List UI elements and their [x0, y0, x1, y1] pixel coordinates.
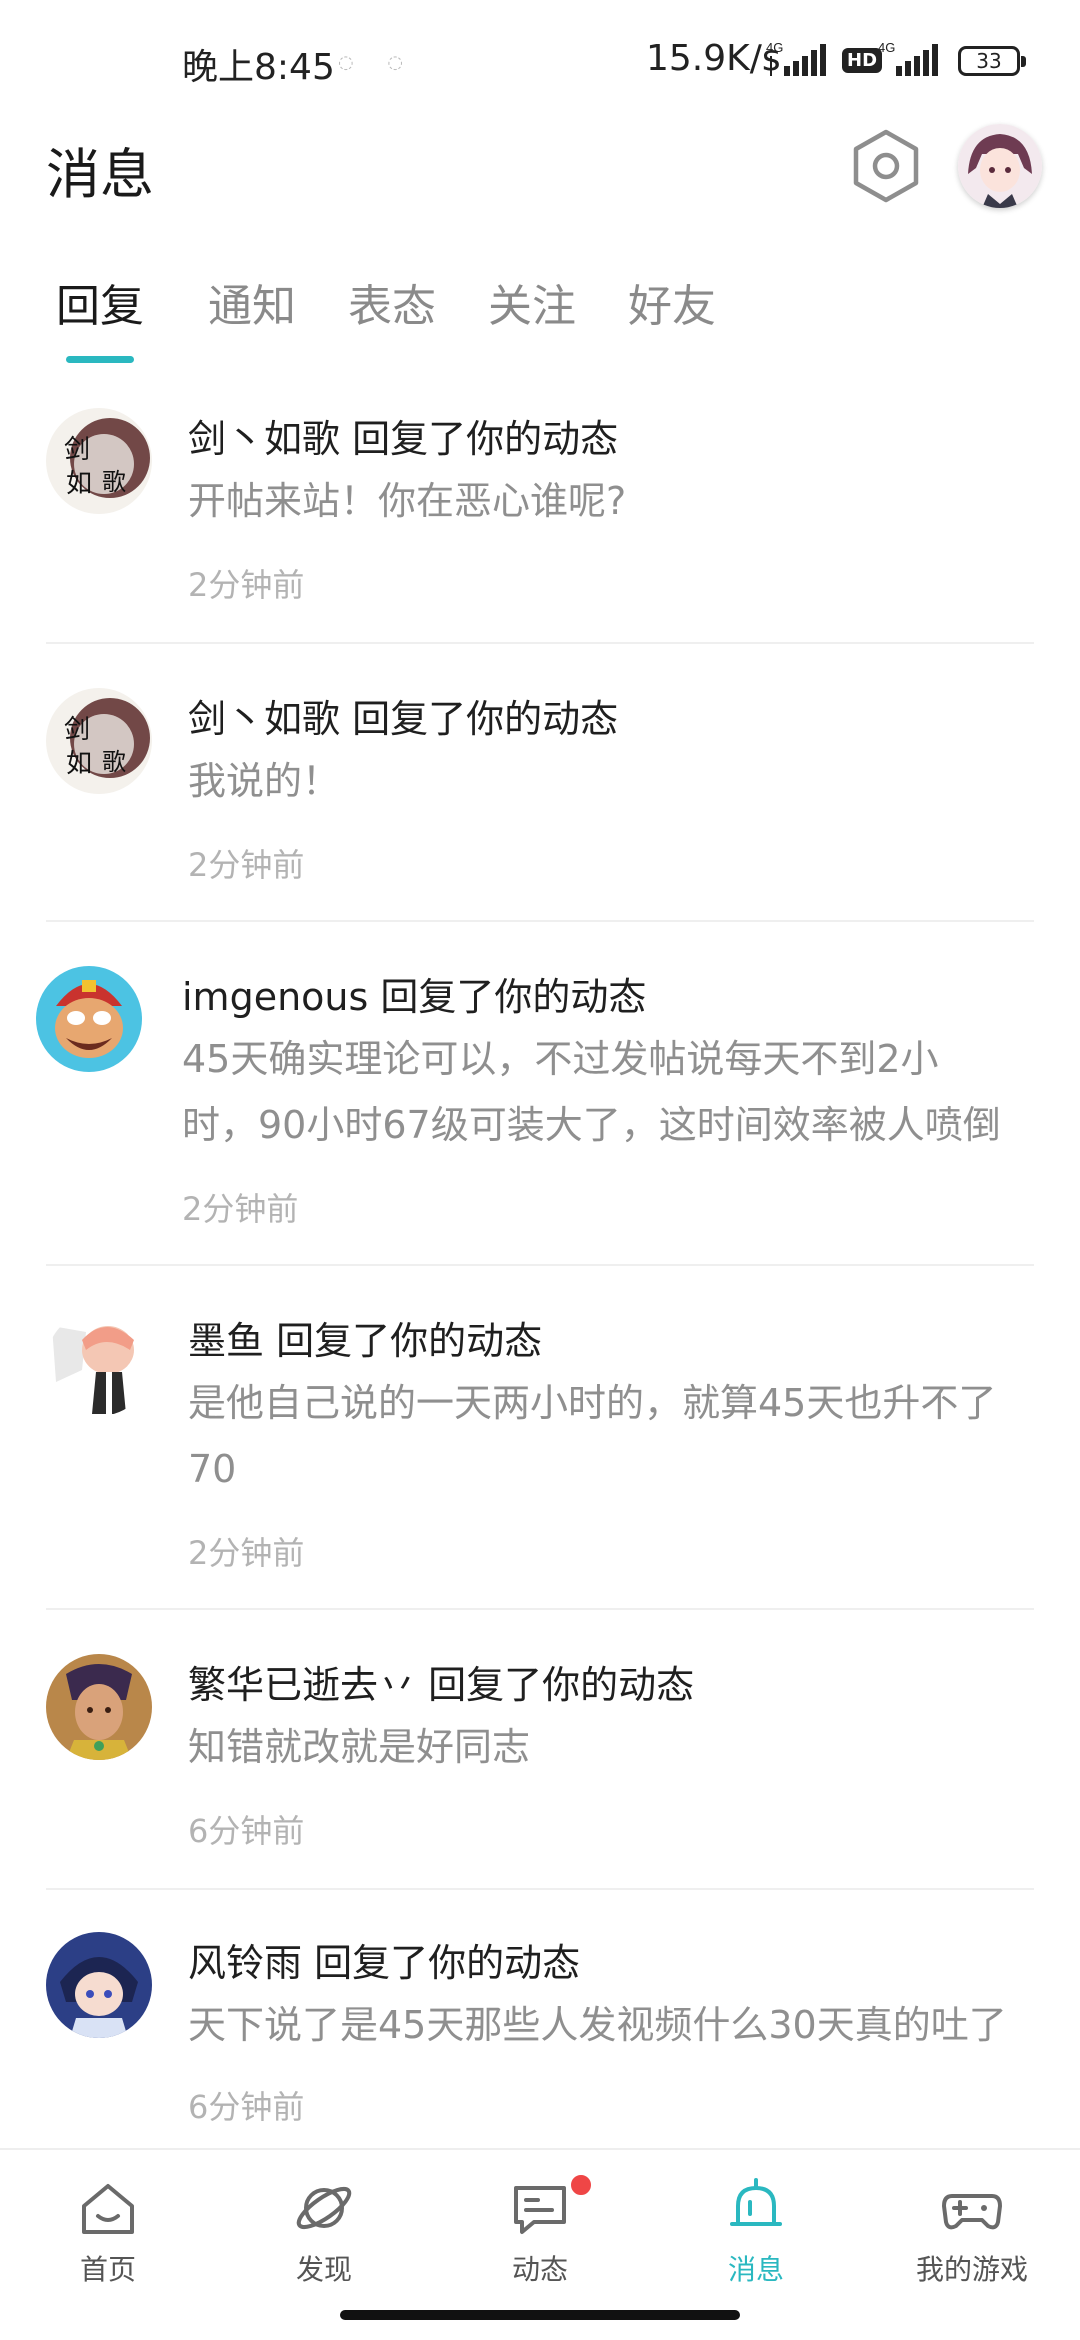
nav-home-label: 首页 [79, 2253, 136, 2286]
tab-follow[interactable]: 关注 [488, 270, 576, 334]
hd-badge: HD [842, 48, 883, 73]
tab-reaction[interactable]: 表态 [348, 270, 436, 334]
avatar[interactable]: 剑 如 歌 [46, 688, 152, 794]
home-indicator[interactable] [340, 2310, 740, 2320]
list-item[interactable]: 繁华已逝去丷 回复了你的动态 知错就改就是好同志 6分钟前 [0, 1654, 1080, 1890]
status-time: 晚上8:45 [182, 47, 335, 88]
list-item[interactable]: imgenous 回复了你的动态 45天确实理论可以，不过发帖说每天不到2小时，… [0, 966, 1080, 1266]
tab-notify[interactable]: 通知 [208, 270, 296, 334]
list-item[interactable]: 风铃雨 回复了你的动态 天下说了是45天那些人发视频什么30天真的吐了 6分钟前 [0, 1932, 1080, 2132]
message-time: 2分钟前 [188, 1534, 305, 1572]
svg-text:歌: 歌 [102, 468, 126, 496]
svg-text:如: 如 [66, 469, 92, 499]
divider [46, 920, 1034, 922]
nav-feed[interactable]: 动态 [432, 2150, 648, 2300]
message-title: 剑丶如歌 回复了你的动态 [188, 697, 619, 741]
svg-text:如: 如 [66, 749, 92, 779]
bottom-nav: 首页 发现 动态 消息 我的游戏 [0, 2148, 1080, 2300]
signal-icon-2: 4G [878, 40, 938, 76]
settings-icon[interactable] [850, 128, 922, 204]
nav-discover[interactable]: 发现 [216, 2150, 432, 2300]
gamepad-icon [942, 2194, 1002, 2230]
avatar[interactable] [46, 1654, 152, 1760]
battery-icon: 33 [958, 46, 1026, 76]
signal-icon: 4G [766, 40, 826, 76]
planet-icon [296, 2186, 352, 2230]
divider [46, 1888, 1034, 1890]
svg-text:4G: 4G [766, 40, 783, 55]
nav-my-games[interactable]: 我的游戏 [864, 2150, 1080, 2300]
list-item[interactable]: 剑 如 歌 剑丶如歌 回复了你的动态 我说的！ 2分钟前 [0, 688, 1080, 924]
svg-text:4G: 4G [878, 40, 895, 55]
svg-text:剑: 剑 [64, 435, 90, 465]
avatar[interactable] [46, 1310, 152, 1416]
nav-home[interactable]: 首页 [0, 2150, 216, 2300]
home-icon [82, 2184, 134, 2234]
tab-reply[interactable]: 回复 [56, 270, 144, 334]
nav-my-games-label: 我的游戏 [915, 2253, 1028, 2286]
message-time: 6分钟前 [188, 2088, 305, 2126]
user-avatar[interactable] [958, 124, 1042, 208]
list-item[interactable]: 墨鱼 回复了你的动态 是他自己说的一天两小时的，就算45天也升不了70 2分钟前 [0, 1310, 1080, 1610]
notification-badge [568, 2172, 594, 2198]
message-time: 6分钟前 [188, 1812, 305, 1850]
bell-icon [730, 2178, 782, 2226]
message-body: 45天确实理论可以，不过发帖说每天不到2小时，90小时67级可装大了，这时间效率… [182, 1037, 1001, 1147]
message-body: 是他自己说的一天两小时的，就算45天也升不了70 [188, 1381, 997, 1491]
message-title: imgenous 回复了你的动态 [182, 975, 647, 1019]
chat-icon [514, 2186, 566, 2234]
active-tab-indicator [66, 356, 134, 363]
divider [46, 642, 1034, 644]
message-body: 我说的！ [188, 759, 341, 803]
message-title: 剑丶如歌 回复了你的动态 [188, 417, 619, 461]
nav-discover-label: 发现 [295, 2253, 352, 2286]
message-body: 天下说了是45天那些人发视频什么30天真的吐了 [188, 2003, 1007, 2047]
message-body: 开帖来站！你在恶心谁呢? [188, 479, 627, 523]
avatar[interactable]: 剑 如 歌 [46, 408, 152, 514]
message-title: 墨鱼 回复了你的动态 [188, 1319, 543, 1363]
nav-messages-label: 消息 [727, 2253, 784, 2286]
message-title: 风铃雨 回复了你的动态 [188, 1941, 581, 1985]
avatar[interactable] [36, 966, 142, 1072]
status-bar: 晚上8:45 ◌ ◌ 15.9K/s 4G HD 4G 33 [0, 0, 1080, 120]
message-time: 2分钟前 [188, 566, 305, 604]
message-title: 繁华已逝去丷 回复了你的动态 [188, 1663, 695, 1707]
nav-messages[interactable]: 消息 [648, 2150, 864, 2300]
svg-text:剑: 剑 [64, 715, 90, 745]
message-body: 知错就改就是好同志 [188, 1725, 531, 1769]
tab-friends[interactable]: 好友 [628, 270, 716, 334]
page-title: 消息 [46, 143, 154, 206]
list-item[interactable]: 剑 如 歌 剑丶如歌 回复了你的动态 开帖来站！你在恶心谁呢? 2分钟前 [0, 408, 1080, 644]
nav-feed-label: 动态 [511, 2253, 568, 2286]
notification-icons: ◌ ◌ [338, 52, 418, 73]
network-speed: 15.9K/s [646, 38, 781, 79]
divider [46, 1264, 1034, 1266]
message-time: 2分钟前 [182, 1190, 299, 1228]
message-tabs: 回复 通知 表态 关注 好友 [0, 270, 1080, 370]
message-time: 2分钟前 [188, 846, 305, 884]
avatar[interactable] [46, 1932, 152, 2038]
svg-text:歌: 歌 [102, 748, 126, 776]
divider [46, 1608, 1034, 1610]
